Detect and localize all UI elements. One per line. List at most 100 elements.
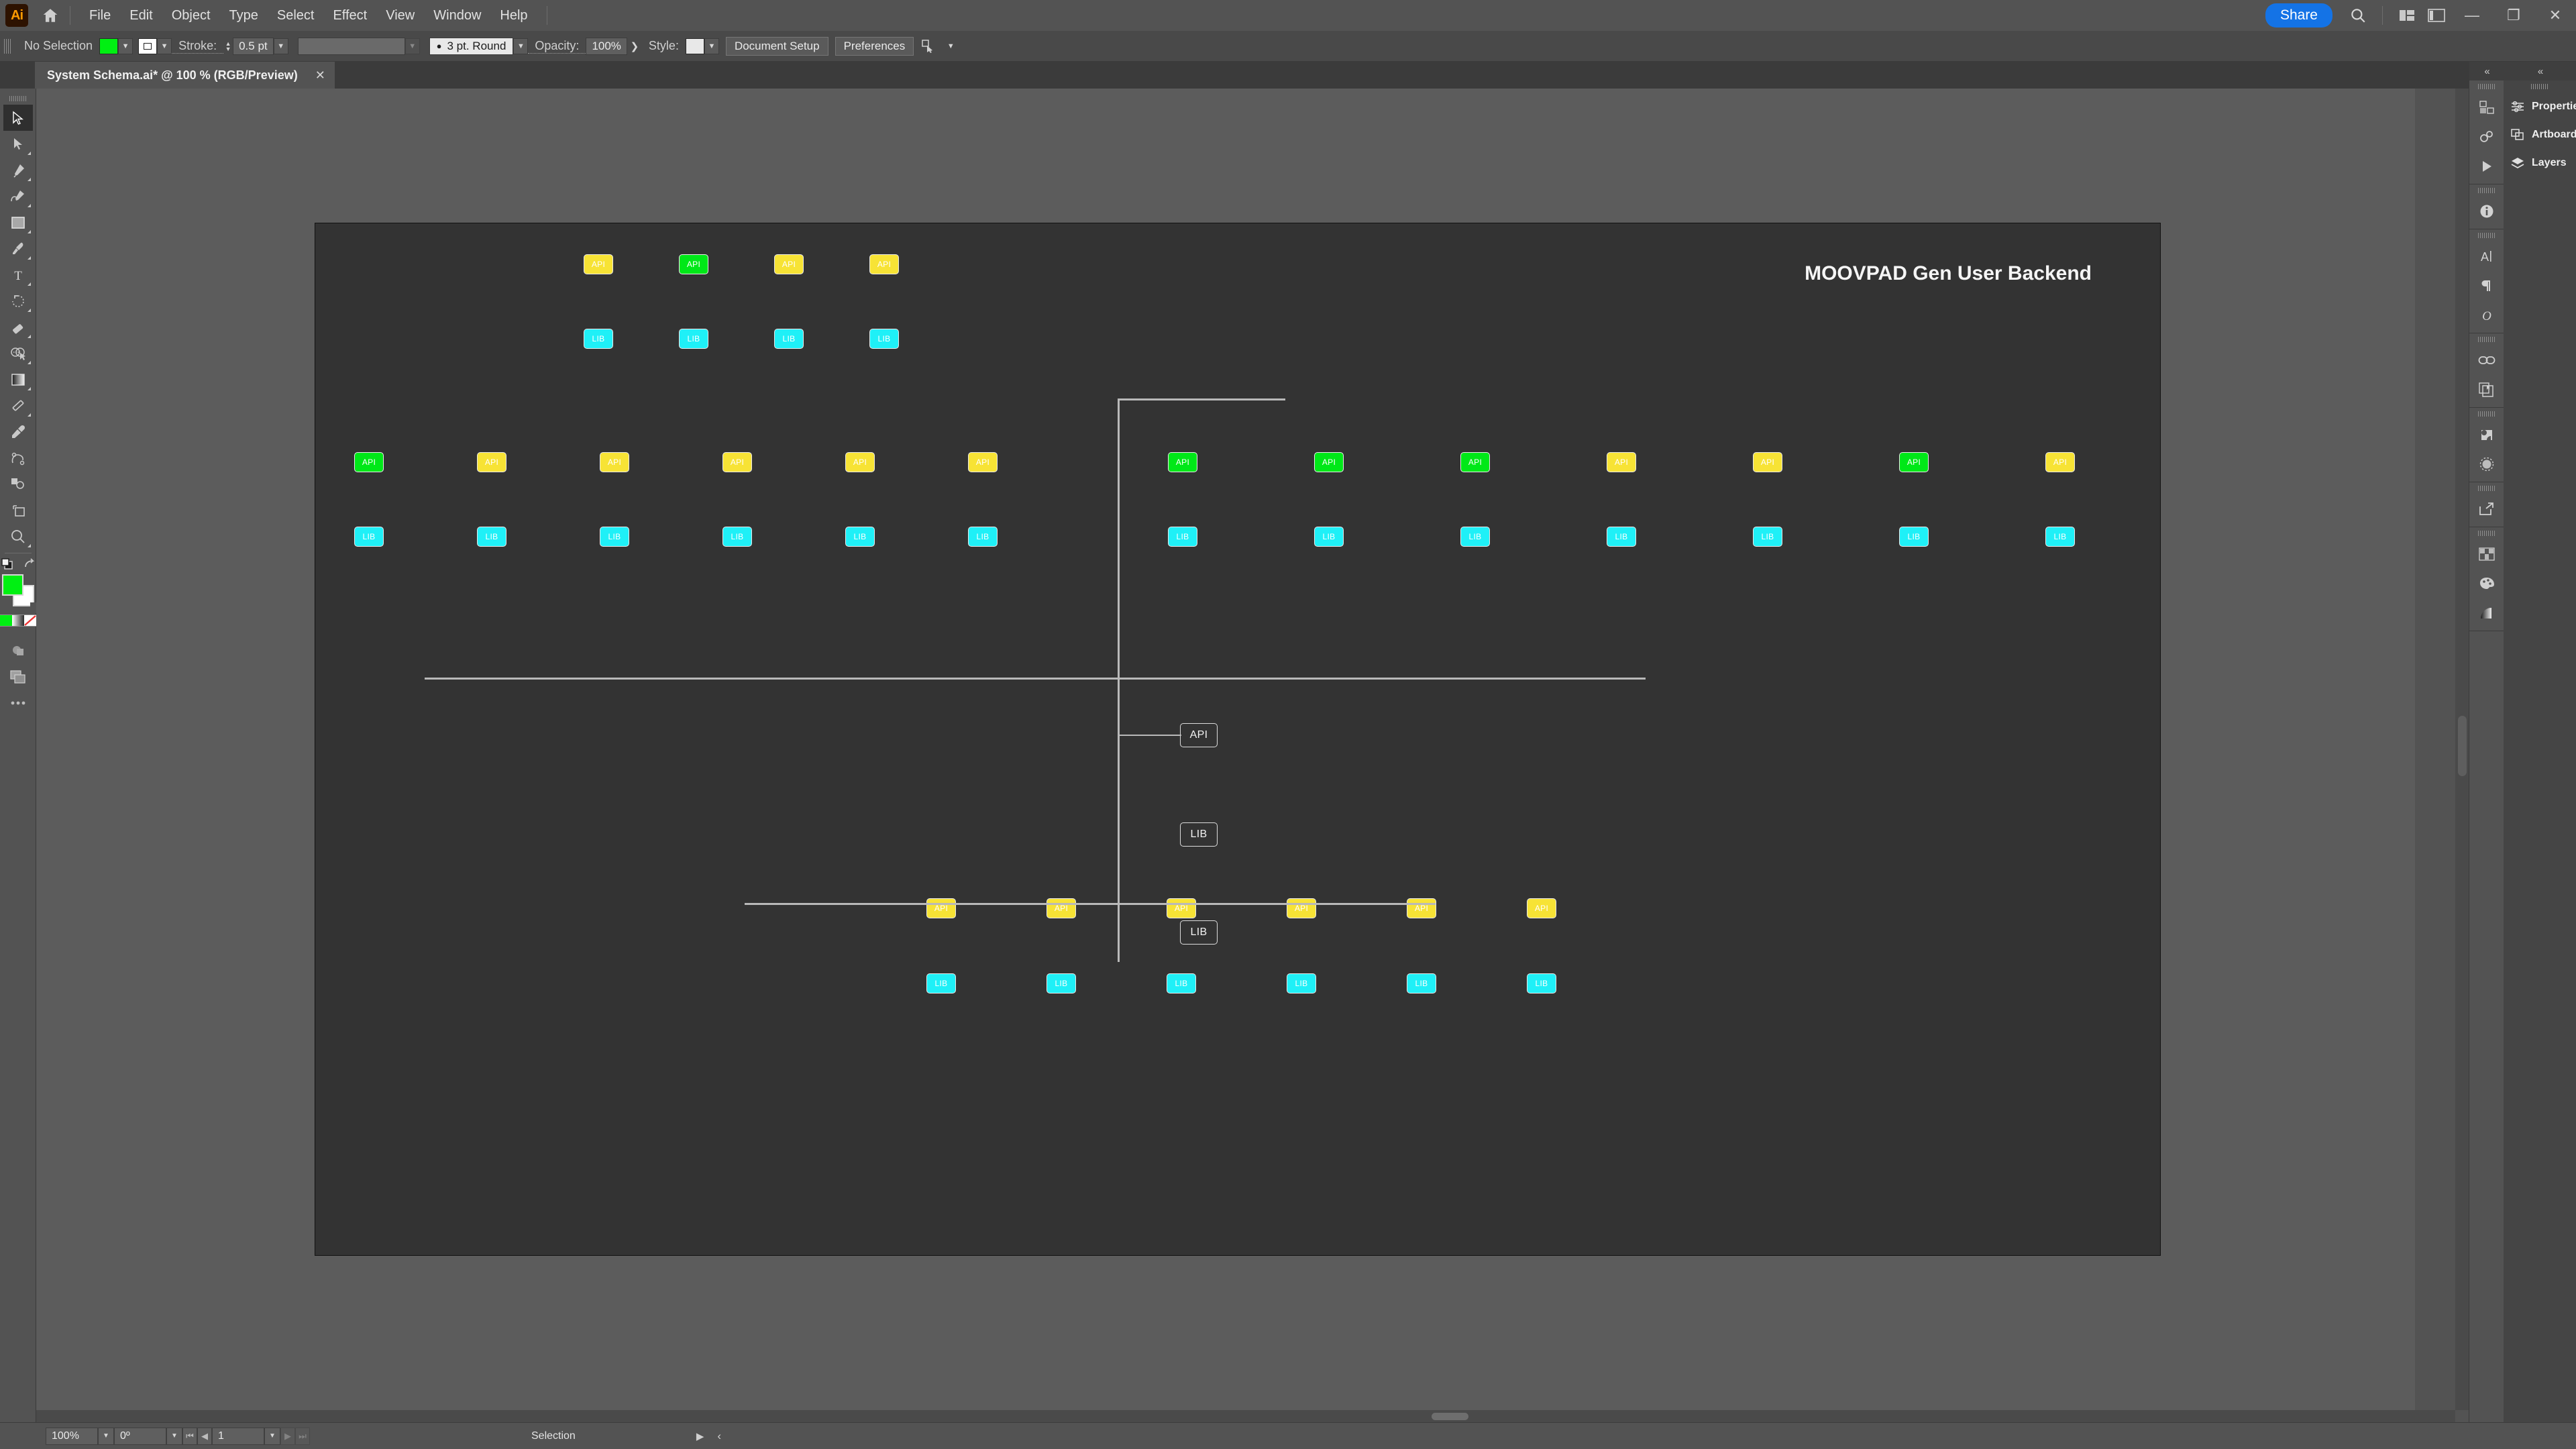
- node-api[interactable]: API: [968, 452, 998, 472]
- node-lib[interactable]: LIB: [2045, 527, 2075, 547]
- graphic-style-swatch[interactable]: [685, 38, 704, 54]
- select-similar-objects-icon[interactable]: [914, 31, 943, 62]
- search-icon[interactable]: [2343, 0, 2373, 31]
- node-api[interactable]: API: [1167, 898, 1196, 918]
- node-api[interactable]: API: [1168, 452, 1197, 472]
- node-api[interactable]: API: [845, 452, 875, 472]
- node-lib[interactable]: LIB: [845, 527, 875, 547]
- brush-definition-chevron[interactable]: ▼: [513, 38, 529, 54]
- rail-grip-1[interactable]: [2469, 80, 2504, 93]
- swap-fill-stroke-icon[interactable]: [23, 557, 36, 571]
- rotate-tool[interactable]: [3, 288, 33, 314]
- panel-rail-grip[interactable]: [2504, 80, 2576, 93]
- node-lib[interactable]: LIB: [1168, 527, 1197, 547]
- edit-toolbar-icon[interactable]: [3, 690, 33, 716]
- stroke-weight-input[interactable]: 0.5 pt: [233, 37, 274, 55]
- rail-grip-4[interactable]: [2469, 333, 2504, 345]
- menu-type[interactable]: Type: [220, 0, 268, 31]
- none-fill-icon[interactable]: [23, 615, 36, 626]
- zoom-tool[interactable]: [3, 523, 33, 549]
- panel-properties[interactable]: Properties: [2504, 93, 2576, 121]
- direct-selection-tool[interactable]: [3, 131, 33, 157]
- node-lib[interactable]: LIB: [1046, 973, 1076, 994]
- minimize-button[interactable]: —: [2451, 0, 2493, 31]
- type-tool[interactable]: T: [3, 262, 33, 288]
- menu-edit[interactable]: Edit: [120, 0, 162, 31]
- node-lib[interactable]: LIB: [1607, 527, 1636, 547]
- document-setup-button[interactable]: Document Setup: [725, 36, 828, 56]
- transparency-icon[interactable]: [2469, 449, 2504, 479]
- tools-panel-grip[interactable]: [9, 93, 27, 105]
- rail-grip-3[interactable]: [2469, 229, 2504, 241]
- rotate-view-input[interactable]: 0º: [114, 1427, 166, 1445]
- swatches-icon[interactable]: [2469, 539, 2504, 569]
- rail-grip-6[interactable]: [2469, 482, 2504, 494]
- links-icon[interactable]: [2469, 345, 2504, 375]
- node-lib[interactable]: LIB: [774, 329, 804, 349]
- vertical-scrollbar[interactable]: [2455, 89, 2469, 1410]
- color-fill-icon[interactable]: [0, 615, 12, 626]
- curvature-tool[interactable]: [3, 183, 33, 209]
- zoom-level-input[interactable]: 100%: [46, 1427, 98, 1445]
- width-tool[interactable]: [3, 392, 33, 419]
- arrange-documents-icon[interactable]: [2392, 0, 2422, 31]
- node-lib[interactable]: LIB: [926, 973, 956, 994]
- node-api[interactable]: API: [1460, 452, 1490, 472]
- node-outline-lib[interactable]: LIB: [1180, 822, 1218, 847]
- rotate-view-chevron[interactable]: ▼: [166, 1427, 182, 1445]
- node-api[interactable]: API: [354, 452, 384, 472]
- fill-indicator[interactable]: [1, 574, 23, 596]
- node-lib[interactable]: LIB: [1407, 973, 1436, 994]
- graphic-style-chevron[interactable]: ▼: [704, 38, 719, 54]
- eyedropper-tool[interactable]: [3, 419, 33, 445]
- node-api[interactable]: API: [869, 254, 899, 274]
- node-lib[interactable]: LIB: [679, 329, 708, 349]
- node-lib[interactable]: LIB: [968, 527, 998, 547]
- node-outline-lib[interactable]: LIB: [1180, 920, 1218, 945]
- node-api[interactable]: API: [679, 254, 708, 274]
- opacity-options-chevron[interactable]: ❯: [627, 38, 642, 54]
- node-lib[interactable]: LIB: [1753, 527, 1782, 547]
- info-icon[interactable]: [2469, 197, 2504, 226]
- node-api[interactable]: API: [584, 254, 613, 274]
- document-tab-close-icon[interactable]: ✕: [315, 68, 325, 83]
- vertical-scrollbar-thumb[interactable]: [2458, 716, 2467, 776]
- node-lib[interactable]: LIB: [869, 329, 899, 349]
- canvas-area[interactable]: MOOVPAD Gen User Backend API API API API LIB…: [36, 89, 2415, 1422]
- node-lib[interactable]: LIB: [1460, 527, 1490, 547]
- menu-select[interactable]: Select: [268, 0, 324, 31]
- prev-artboard-button[interactable]: ◀: [197, 1427, 212, 1445]
- node-lib[interactable]: LIB: [600, 527, 629, 547]
- close-button[interactable]: ✕: [2534, 0, 2576, 31]
- node-lib[interactable]: LIB: [1899, 527, 1929, 547]
- node-lib[interactable]: LIB: [584, 329, 613, 349]
- node-lib[interactable]: LIB: [354, 527, 384, 547]
- stroke-weight-stepper[interactable]: ▲ ▼: [223, 38, 233, 55]
- rail-grip-2[interactable]: [2469, 184, 2504, 197]
- node-api[interactable]: API: [1314, 452, 1344, 472]
- node-api[interactable]: API: [1046, 898, 1076, 918]
- home-icon[interactable]: [40, 5, 60, 25]
- eraser-tool[interactable]: [3, 314, 33, 340]
- fill-color-swatch[interactable]: [99, 38, 119, 54]
- brush-definition-field[interactable]: ● 3 pt. Round: [429, 37, 514, 55]
- node-lib[interactable]: LIB: [1527, 973, 1556, 994]
- node-lib[interactable]: LIB: [722, 527, 752, 547]
- node-api[interactable]: API: [1753, 452, 1782, 472]
- first-artboard-button[interactable]: ⏮: [182, 1427, 197, 1445]
- rail-grip-5[interactable]: [2469, 408, 2504, 420]
- gradient-fill-icon[interactable]: [11, 615, 24, 626]
- menu-view[interactable]: View: [376, 0, 424, 31]
- node-api[interactable]: API: [600, 452, 629, 472]
- artboard-number-input[interactable]: 1: [212, 1427, 264, 1445]
- node-api[interactable]: API: [774, 254, 804, 274]
- menu-object[interactable]: Object: [162, 0, 220, 31]
- fill-dropdown-chevron[interactable]: ▼: [118, 38, 133, 54]
- node-api[interactable]: API: [1607, 452, 1636, 472]
- stroke-weight-chevron[interactable]: ▼: [273, 38, 288, 54]
- zoom-level-chevron[interactable]: ▼: [98, 1427, 114, 1445]
- panel-layers[interactable]: Layers: [2504, 149, 2576, 177]
- glyphs-icon[interactable]: O: [2469, 301, 2504, 330]
- artboard-tool[interactable]: [3, 471, 33, 497]
- paragraph-icon[interactable]: [2469, 271, 2504, 301]
